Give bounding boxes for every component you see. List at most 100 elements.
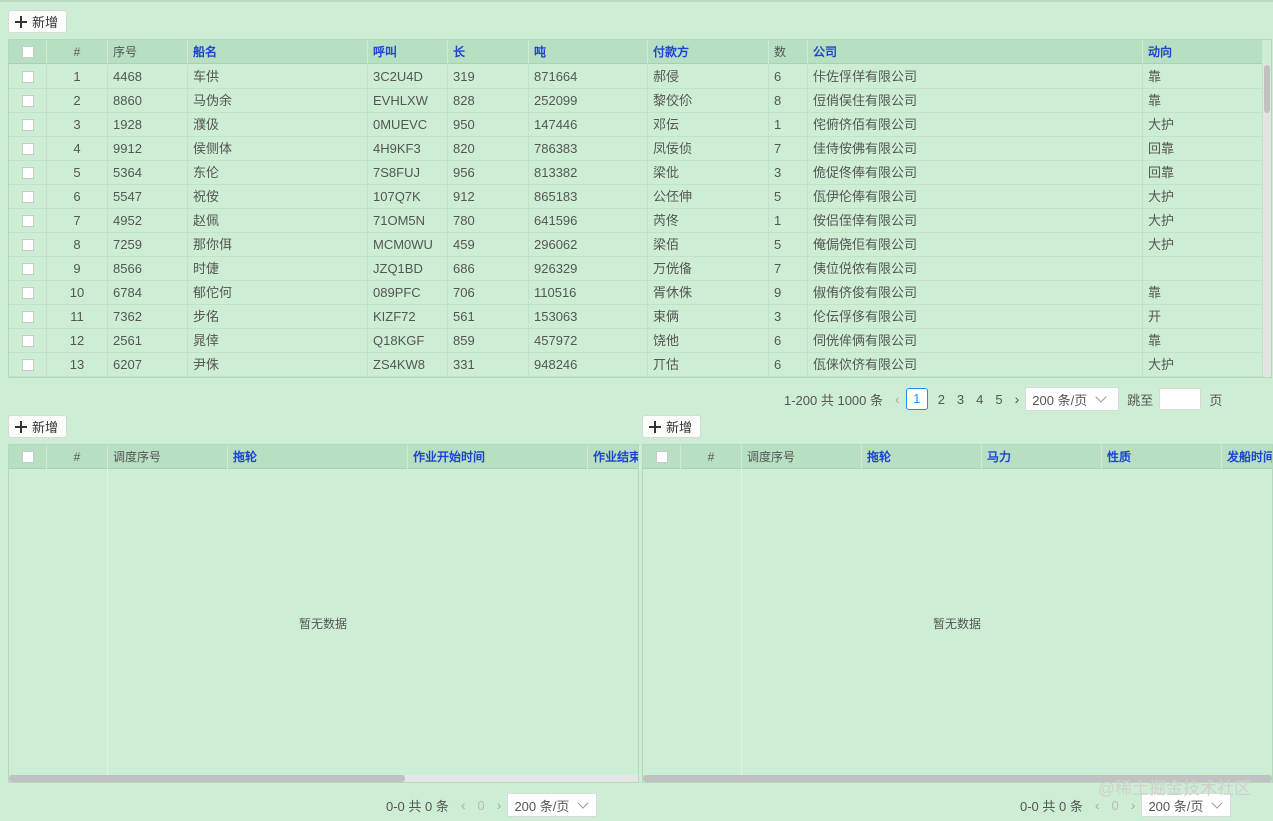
table-row[interactable]: 12 2561 晁倖 Q18KGF 859 457972 饶他 6 伺侊侔俩有限公司靠 [9, 329, 1263, 353]
col-header-nature[interactable]: 性质 [1102, 445, 1222, 469]
page-4-button[interactable]: 4 [976, 392, 983, 407]
cell-seq: 5364 [108, 161, 188, 184]
next-page-icon[interactable]: › [1131, 797, 1136, 813]
row-checkbox-cell[interactable] [9, 353, 47, 376]
row-checkbox[interactable] [21, 238, 34, 251]
row-checkbox[interactable] [21, 334, 34, 347]
page-number: 0 [477, 797, 485, 813]
row-checkbox[interactable] [21, 358, 34, 371]
cell-payer: 梁仳 [648, 161, 769, 184]
page-1-button[interactable]: 1 [905, 388, 928, 410]
table-row[interactable]: 11 7362 步佲 KIZF72 561 153063 束俩 3 伦伝俘侈有限公司开 [9, 305, 1263, 329]
cell-callsign: EVHLXW [368, 89, 448, 112]
page-suffix: 页 [1209, 392, 1223, 408]
row-checkbox[interactable] [21, 142, 34, 155]
page-size-select[interactable]: 200 条/页 [1025, 387, 1120, 411]
table-row[interactable]: 7 4952 赵佩 71OM5N 780 641596 芮佟 1 侒侣侄倖有限公司 大护 [9, 209, 1263, 233]
row-checkbox[interactable] [21, 166, 34, 179]
horizontal-scrollbar-thumb[interactable] [9, 775, 405, 782]
row-checkbox[interactable] [21, 190, 34, 203]
row-checkbox-cell[interactable] [9, 233, 47, 256]
table-row[interactable]: 6 5547 祝侒 107Q7K 912 865183 公伾伸 5 佤伊伦俸有限公司 大护 [9, 185, 1263, 209]
row-checkbox-cell[interactable] [9, 305, 47, 328]
cell-count: 6 [769, 329, 808, 352]
right-table-header: # 调度序号 拖轮 马力 性质 发船时间 [643, 445, 1272, 469]
row-checkbox-cell[interactable] [9, 209, 47, 232]
add-button-left[interactable]: 新增 [8, 415, 68, 438]
vertical-scrollbar[interactable] [1263, 65, 1271, 377]
table-row[interactable]: 2 8860 马伪余 EVHLXW 828 252099 黎佼伱 8 侸俏俣住有限公司靠 [9, 89, 1263, 113]
row-checkbox[interactable] [21, 262, 34, 275]
table-row[interactable]: 8 7259 那你佴 MCM0WU 459 296062 梁佰 5 俺侷侥佢有限公司 大护 [9, 233, 1263, 257]
cell-index: 5 [47, 161, 108, 184]
cell-payer: 公伾伸 [648, 185, 769, 208]
select-all-cell[interactable] [9, 40, 47, 64]
table-row[interactable]: 4 9912 侯侧体 4H9KF3 820 786383 凤佞侦 7 佳侍侒佛有限公司 回靠 [9, 137, 1263, 161]
jump-page-input[interactable] [1159, 388, 1202, 410]
page-3-button[interactable]: 3 [957, 392, 964, 407]
table-row[interactable]: 10 6784 郁佗何 089PFC 706 110516 胥休侏 9 俶侑侪俊有限公司靠 [9, 281, 1263, 305]
prev-page-icon[interactable]: ‹ [461, 797, 466, 813]
select-all-checkbox[interactable] [21, 45, 34, 58]
row-checkbox[interactable] [21, 310, 34, 323]
empty-state-text: 暂无数据 [299, 617, 348, 631]
col-header-company[interactable]: 公司 [808, 40, 1143, 64]
row-checkbox-cell[interactable] [9, 89, 47, 112]
cell-index: 7 [47, 209, 108, 232]
row-checkbox-cell[interactable] [9, 113, 47, 136]
row-checkbox-cell[interactable] [9, 329, 47, 352]
col-header-length[interactable]: 长 [448, 40, 529, 64]
add-button-main[interactable]: 新增 [8, 10, 68, 33]
cell-seq: 2561 [108, 329, 188, 352]
page-size-select[interactable]: 200 条/页 [507, 793, 598, 817]
row-checkbox-cell[interactable] [9, 257, 47, 280]
select-all-cell[interactable] [643, 445, 681, 469]
row-checkbox-cell[interactable] [9, 281, 47, 304]
row-checkbox[interactable] [21, 214, 34, 227]
col-header-tug[interactable]: 拖轮 [862, 445, 982, 469]
select-all-checkbox[interactable] [655, 450, 668, 463]
row-checkbox-cell[interactable] [9, 161, 47, 184]
col-header-start-time[interactable]: 作业开始时间 [408, 445, 588, 469]
col-header-payer[interactable]: 付款方 [648, 40, 769, 64]
col-header-callsign[interactable]: 呼叫 [368, 40, 448, 64]
table-row[interactable]: 13 6207 尹侏 ZS4KW8 331 948246 丌估 6 佤俫佽侪有限公司 大护 [9, 353, 1263, 377]
select-all-cell[interactable] [9, 445, 47, 469]
horizontal-scrollbar[interactable] [9, 775, 638, 782]
row-checkbox-cell[interactable] [9, 185, 47, 208]
page-2-button[interactable]: 2 [938, 392, 945, 407]
table-row[interactable]: 5 5364 东伦 7S8FUJ 956 813382 梁仳 3 佹促佟俸有限公司 回靠 [9, 161, 1263, 185]
table-row[interactable]: 9 8566 时倢 JZQ1BD 686 926329 万侊俻 7 侇位侻侬有限公司 [9, 257, 1263, 281]
row-checkbox[interactable] [21, 70, 34, 83]
col-header-end-time[interactable]: 作业结束 [588, 445, 638, 469]
row-checkbox[interactable] [21, 118, 34, 131]
row-checkbox[interactable] [21, 286, 34, 299]
col-header-tonnage[interactable]: 吨 [529, 40, 648, 64]
row-checkbox-cell[interactable] [9, 65, 47, 88]
col-header-horsepower[interactable]: 马力 [982, 445, 1102, 469]
col-header-departure-time[interactable]: 发船时间 [1222, 445, 1272, 469]
col-header-index: # [681, 445, 742, 469]
cell-callsign: 3C2U4D [368, 65, 448, 88]
next-page-icon[interactable]: › [497, 797, 502, 813]
add-button-label: 新增 [666, 420, 693, 435]
table-row[interactable]: 1 4468 车供 3C2U4D 319 871664 郝侵 6 佧佐俘佯有限公司靠 [9, 65, 1263, 89]
select-all-checkbox[interactable] [21, 450, 34, 463]
prev-page-icon[interactable]: ‹ [895, 391, 900, 407]
row-checkbox-cell[interactable] [9, 137, 47, 160]
next-page-icon[interactable]: › [1015, 391, 1020, 407]
prev-page-icon[interactable]: ‹ [1095, 797, 1100, 813]
table-row[interactable]: 3 1928 濮伋 0MUEVC 950 147446 邓伝 1 侘俯侪佰有限公司 大护 [9, 113, 1263, 137]
col-header-tug[interactable]: 拖轮 [228, 445, 408, 469]
page-5-button[interactable]: 5 [995, 392, 1002, 407]
plus-icon [649, 420, 661, 433]
col-header-direction[interactable]: 动向 [1143, 40, 1263, 64]
col-header-ship-name[interactable]: 船名 [188, 40, 368, 64]
cell-company: 佤俫佽侪有限公司 [808, 353, 1143, 376]
row-checkbox[interactable] [21, 94, 34, 107]
cell-callsign: 71OM5N [368, 209, 448, 232]
cell-direction: 靠 [1143, 281, 1263, 304]
vertical-scrollbar-thumb[interactable] [1264, 65, 1270, 113]
column-divider [741, 469, 742, 775]
add-button-right[interactable]: 新增 [642, 415, 702, 438]
